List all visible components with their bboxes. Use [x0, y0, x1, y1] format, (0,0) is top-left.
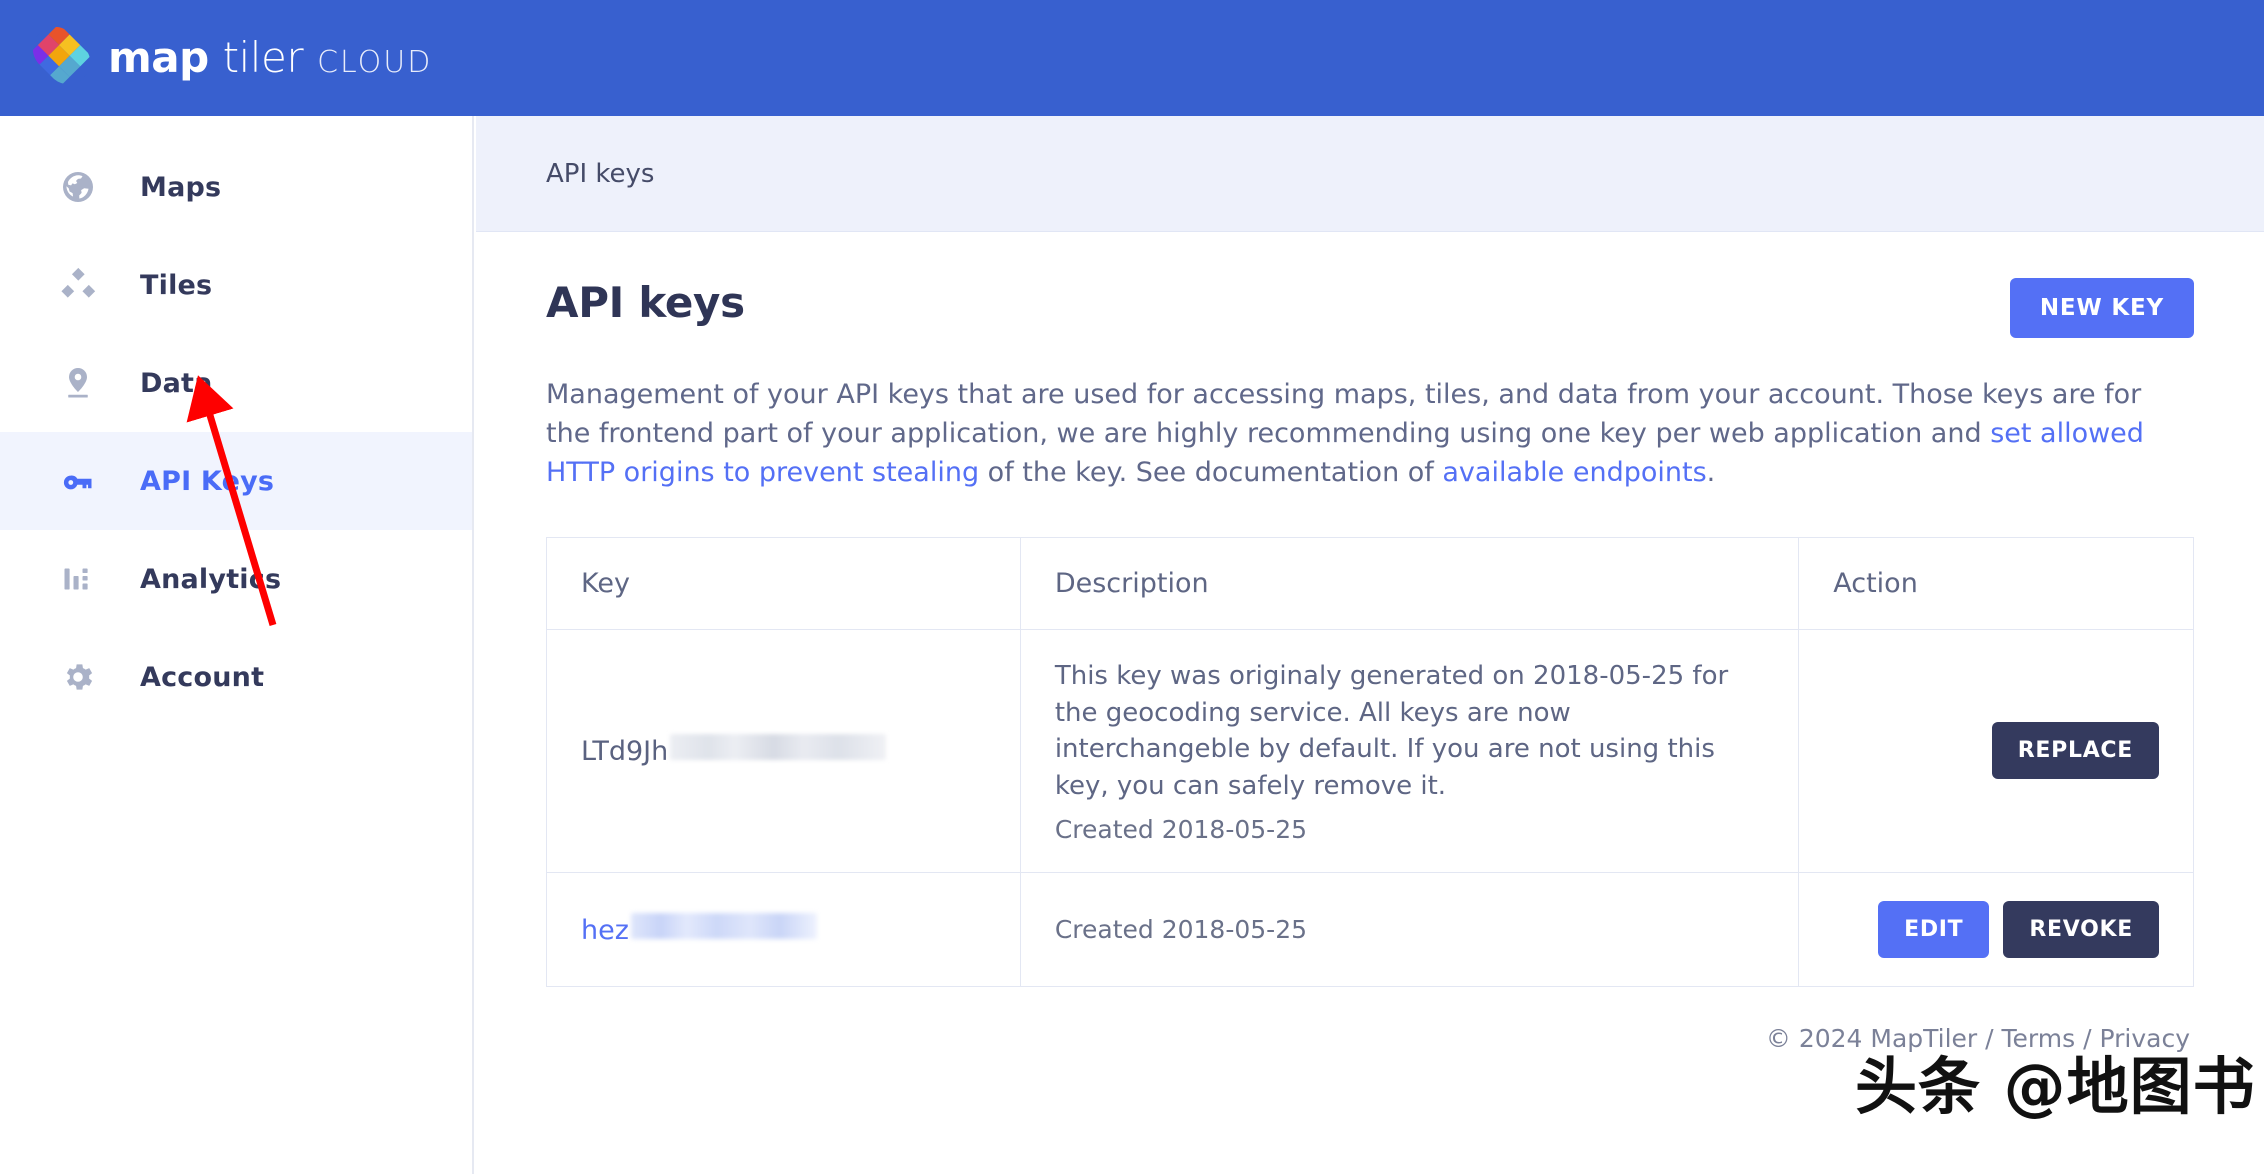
tiles-icon — [58, 265, 98, 305]
brand-logo[interactable]: map tiler CLOUD — [28, 26, 432, 89]
brand-word-tiler: tiler — [222, 33, 304, 82]
bar-chart-icon — [58, 559, 98, 599]
breadcrumb-current[interactable]: API keys — [546, 159, 654, 189]
brand-text: map tiler CLOUD — [108, 37, 432, 79]
sidebar: Maps Tiles Data API Keys Analytics Accou… — [0, 116, 474, 1174]
map-pin-icon — [58, 363, 98, 403]
revoke-key-button[interactable]: REVOKE — [2003, 901, 2159, 959]
api-key-prefix: LTd9Jh — [581, 736, 669, 768]
brand-word-map: map — [108, 33, 209, 82]
cell-description: Created 2018-05-25 — [1019, 872, 1800, 988]
table-row: LTd9Jh This key was originaly generated … — [546, 628, 2194, 874]
sidebar-item-account[interactable]: Account — [0, 628, 472, 726]
sidebar-item-label: Analytics — [140, 563, 282, 595]
cell-action: EDIT REVOKE — [1798, 872, 2194, 988]
content-body: API keys NEW KEY Management of your API … — [476, 232, 2264, 988]
app-header: map tiler CLOUD — [0, 0, 2264, 116]
sidebar-item-data[interactable]: Data — [0, 334, 472, 432]
table-row: hez Created 2018-05-25 EDIT REVOKE — [546, 872, 2194, 988]
cell-key: LTd9Jh — [546, 628, 1021, 874]
sidebar-item-maps[interactable]: Maps — [0, 138, 472, 236]
api-key-value[interactable]: LTd9Jh — [581, 734, 887, 768]
api-key-prefix: hez — [581, 915, 629, 947]
column-header-action: Action — [1798, 536, 2194, 630]
edit-key-button[interactable]: EDIT — [1878, 901, 1990, 959]
column-header-key: Key — [546, 536, 1021, 630]
key-icon — [58, 461, 98, 501]
intro-text-part2: of the key. See documentation of — [979, 456, 1443, 488]
page-header: API keys NEW KEY — [546, 278, 2194, 358]
brand-word-cloud: CLOUD — [317, 45, 433, 80]
page-title: API keys — [546, 278, 745, 327]
row-action-buttons: REPLACE — [1833, 722, 2159, 780]
api-keys-table: Key Description Action LTd9Jh This key w… — [546, 536, 2194, 988]
link-available-endpoints[interactable]: available endpoints — [1442, 457, 1706, 488]
gear-icon — [58, 657, 98, 697]
sidebar-item-label: Tiles — [140, 269, 213, 301]
table-header-row: Key Description Action — [546, 536, 2194, 630]
cell-key: hez — [546, 872, 1021, 988]
replace-key-button[interactable]: REPLACE — [1991, 722, 2159, 780]
sidebar-item-api-keys[interactable]: API Keys — [0, 432, 472, 530]
sidebar-item-label: Account — [140, 661, 265, 693]
breadcrumb: API keys — [476, 116, 2264, 232]
key-created-date: Created 2018-05-25 — [1054, 815, 1308, 845]
intro-text-part3: . — [1706, 456, 1716, 488]
cell-description: This key was originaly generated on 2018… — [1019, 628, 1800, 874]
table-head: Key Description Action — [546, 536, 2194, 630]
table-body: LTd9Jh This key was originaly generated … — [546, 628, 2194, 988]
cell-action: REPLACE — [1798, 628, 2194, 874]
intro-paragraph: Management of your API keys that are use… — [546, 376, 2194, 493]
globe-icon — [58, 167, 98, 207]
key-created-date: Created 2018-05-25 — [1054, 915, 1308, 945]
sidebar-item-tiles[interactable]: Tiles — [0, 236, 472, 334]
maptiler-diamond-logo-icon — [28, 26, 91, 89]
sidebar-item-label: Data — [140, 367, 213, 399]
column-header-description: Description — [1019, 536, 1800, 630]
new-key-button[interactable]: NEW KEY — [2009, 278, 2194, 338]
sidebar-item-label: API Keys — [140, 465, 275, 497]
key-description-text: This key was originaly generated on 2018… — [1054, 660, 1729, 802]
intro-text-part1: Management of your API keys that are use… — [546, 379, 2142, 449]
sidebar-item-label: Maps — [140, 171, 222, 203]
row-action-buttons: EDIT REVOKE — [1833, 901, 2159, 959]
api-key-masked-portion — [630, 913, 817, 940]
api-key-masked-portion — [670, 734, 887, 761]
api-key-value[interactable]: hez — [581, 913, 817, 947]
watermark-overlay: 头条 @地图书 — [1855, 1050, 2256, 1123]
main-content: API keys API keys NEW KEY Management of … — [476, 116, 2264, 1174]
sidebar-item-analytics[interactable]: Analytics — [0, 530, 472, 628]
